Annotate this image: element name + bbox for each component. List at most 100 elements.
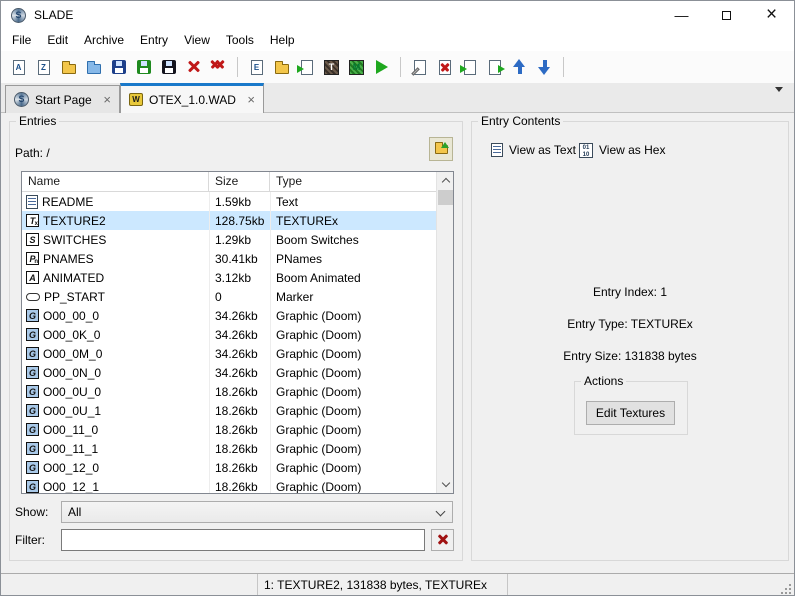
entry-size: 34.26kb [215,308,258,323]
status-message: 1: TEXTURE2, 131838 bytes, TEXTUREx [258,574,508,595]
minimize-button[interactable]: — [659,1,704,29]
table-row[interactable]: G O00_0K_0 34.26kb Graphic (Doom) [22,325,436,344]
menu-tools[interactable]: Tools [218,29,262,51]
path-label: Path: / [15,146,50,160]
table-row[interactable]: G O00_0U_0 18.26kb Graphic (Doom) [22,382,436,401]
save-all-button[interactable] [157,54,180,80]
save-archive-button[interactable] [107,54,130,80]
up-directory-button[interactable] [429,137,453,161]
close-all-button[interactable] [207,54,230,80]
table-row[interactable]: README 1.59kb Text [22,192,436,211]
entry-index-text: Entry Index: 1 [592,285,668,299]
scroll-up-button[interactable] [437,172,453,189]
import-files-button[interactable] [295,54,318,80]
column-header-name[interactable]: Name [22,172,209,191]
menu-help[interactable]: Help [262,29,303,51]
edit-textures-button[interactable]: Edit Textures [586,401,675,425]
clear-filter-button[interactable] [431,529,454,551]
tab-close-icon[interactable]: × [247,92,255,107]
tab-list-dropdown-button[interactable] [775,87,786,109]
open-directory-button[interactable] [82,54,105,80]
resize-grip[interactable] [780,583,791,594]
entry-type-text: Entry Type: TEXTUREx [567,317,693,331]
entry-size: 18.26kb [215,384,258,399]
open-archive-button[interactable] [57,54,80,80]
table-row[interactable]: G O00_0U_1 18.26kb Graphic (Doom) [22,401,436,420]
column-header-size[interactable]: Size [209,172,270,191]
tab-otex-wad[interactable]: W OTEX_1.0.WAD × [120,83,264,113]
rename-entry-button[interactable] [408,54,431,80]
show-dropdown-value: All [68,505,82,519]
menu-edit[interactable]: Edit [39,29,76,51]
entry-name: README [42,194,94,209]
run-archive-button[interactable] [370,54,393,80]
table-row[interactable]: G O00_12_0 18.26kb Graphic (Doom) [22,458,436,477]
tab-close-icon[interactable]: × [103,92,111,107]
window-title: SLADE [34,8,74,22]
new-entry-button[interactable]: E [245,54,268,80]
entry-size: 3.12kb [215,270,252,285]
show-dropdown[interactable]: All [61,501,453,523]
entry-size: 34.26kb [215,327,258,342]
column-header-type[interactable]: Type [270,172,453,191]
tab-start-page[interactable]: S Start Page × [5,85,120,113]
table-row[interactable]: G O00_12_1 18.26kb Graphic (Doom) [22,477,436,494]
pnames-entry-icon: Pn [26,252,39,265]
menu-view[interactable]: View [176,29,218,51]
entry-type: Graphic (Doom) [276,384,362,399]
new-directory-icon [274,61,289,74]
graphic-entry-icon: G [26,328,39,341]
menu-file[interactable]: File [4,29,39,51]
table-row[interactable]: G O00_00_0 34.26kb Graphic (Doom) [22,306,436,325]
move-up-button[interactable] [508,54,531,80]
entry-type: TEXTUREx [276,213,339,228]
move-down-button[interactable] [533,54,556,80]
view-as-hex-button[interactable]: 01 10 View as Hex [579,139,665,161]
export-entry-button[interactable] [483,54,506,80]
slade-logo-icon: S [14,92,29,107]
new-zip-icon: Z [37,59,50,75]
entry-size: 18.26kb [215,479,258,494]
marker-entry-icon [26,292,40,301]
delete-entry-button[interactable] [433,54,456,80]
graphic-entry-icon: G [26,366,39,379]
table-row[interactable]: G O00_11_1 18.26kb Graphic (Doom) [22,439,436,458]
new-zip-archive-button[interactable]: Z [32,54,55,80]
table-row[interactable]: G O00_11_0 18.26kb Graphic (Doom) [22,420,436,439]
menu-bar: File Edit Archive Entry View Tools Help [1,29,794,51]
show-label: Show: [15,505,49,519]
animated-entry-icon: A [26,271,39,284]
scroll-down-button[interactable] [437,476,453,493]
list-scrollbar[interactable] [436,172,453,493]
texture-editor-icon: T [324,59,339,75]
menu-archive[interactable]: Archive [76,29,132,51]
new-archive-button[interactable]: A [7,54,30,80]
entry-type: Graphic (Doom) [276,403,362,418]
status-field-left [1,574,258,595]
table-row-selected[interactable]: Tx TEXTURE2 128.75kb TEXTUREx [22,211,436,230]
close-archive-button[interactable] [182,54,205,80]
save-archive-as-button[interactable] [132,54,155,80]
close-button[interactable]: × [749,1,794,29]
menu-entry[interactable]: Entry [132,29,176,51]
table-row[interactable]: G O00_0M_0 34.26kb Graphic (Doom) [22,344,436,363]
import-entry-icon [459,59,476,75]
entry-type: Graphic (Doom) [276,422,362,437]
entry-size: 1.29kb [215,232,252,247]
table-row[interactable]: A ANIMATED 3.12kb Boom Animated [22,268,436,287]
table-row[interactable]: S SWITCHES 1.29kb Boom Switches [22,230,436,249]
view-as-text-button[interactable]: View as Text [491,139,576,161]
entry-type: Graphic (Doom) [276,308,362,323]
maximize-button[interactable] [704,1,749,29]
tab-bar: S Start Page × W OTEX_1.0.WAD × [1,83,794,113]
new-directory-button[interactable] [270,54,293,80]
scrollbar-thumb[interactable] [438,190,453,205]
table-row[interactable]: Pn PNAMES 30.41kb PNames [22,249,436,268]
filter-input[interactable] [61,529,425,551]
table-row[interactable]: G O00_0N_0 34.26kb Graphic (Doom) [22,363,436,382]
table-row[interactable]: PP_START 0 Marker [22,287,436,306]
map-editor-button[interactable]: M [345,54,368,80]
import-entry-button[interactable] [458,54,481,80]
texture-editor-button[interactable]: T [320,54,343,80]
entry-size: 18.26kb [215,403,258,418]
